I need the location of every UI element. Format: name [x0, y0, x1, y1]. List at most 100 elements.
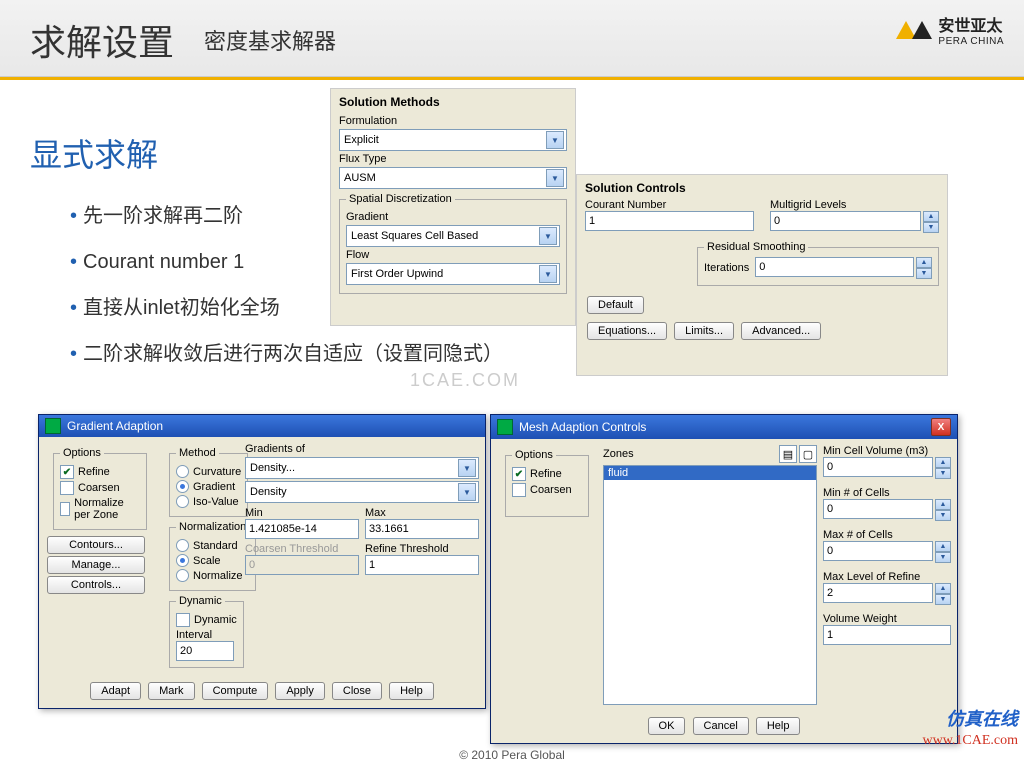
gradients-of-label: Gradients of — [245, 443, 305, 455]
compute-button[interactable]: Compute — [202, 682, 269, 700]
select-all-icon[interactable]: ▤ — [779, 445, 797, 463]
coarsen-checkbox[interactable]: Coarsen — [60, 481, 140, 495]
mark-button[interactable]: Mark — [148, 682, 194, 700]
method-group: Method Curvature Gradient Iso-Value — [169, 447, 248, 517]
refine-checkbox[interactable]: ✔Refine — [512, 467, 582, 481]
apply-button[interactable]: Apply — [275, 682, 325, 700]
dialog-titlebar[interactable]: Mesh Adaption Controls X — [491, 415, 957, 439]
min-input[interactable]: 1.421085e-14 — [245, 519, 359, 539]
close-icon[interactable]: X — [931, 418, 951, 436]
refine-threshold-label: Refine Threshold — [365, 543, 449, 555]
close-button[interactable]: Close — [332, 682, 382, 700]
chevron-down-icon: ▼ — [539, 227, 557, 245]
page-subtitle: 密度基求解器 — [204, 24, 336, 56]
help-button[interactable]: Help — [389, 682, 434, 700]
manage-button[interactable]: Manage... — [47, 556, 145, 574]
refine-threshold-input[interactable]: 1 — [365, 555, 479, 575]
arrow-down-icon[interactable]: ▼ — [935, 594, 951, 605]
standard-radio[interactable]: Standard — [176, 539, 249, 552]
app-icon — [497, 419, 513, 435]
max-input[interactable]: 33.1661 — [365, 519, 479, 539]
coarsen-threshold-input: 0 — [245, 555, 359, 575]
interval-input[interactable]: 20 — [176, 641, 234, 661]
min-cell-volume-stepper[interactable]: 0▲▼ — [823, 457, 951, 479]
gradient-radio[interactable]: Gradient — [176, 480, 241, 493]
arrow-down-icon[interactable]: ▼ — [935, 468, 951, 479]
courant-input[interactable]: 1 — [585, 211, 754, 231]
refine-checkbox[interactable]: ✔Refine — [60, 465, 140, 479]
normalize-radio[interactable]: Normalize — [176, 569, 249, 582]
flow-label: Flow — [346, 249, 560, 261]
adapt-button[interactable]: Adapt — [90, 682, 141, 700]
controls-button[interactable]: Controls... — [47, 576, 145, 594]
help-button[interactable]: Help — [756, 717, 801, 735]
arrow-up-icon[interactable]: ▲ — [923, 211, 939, 222]
deselect-all-icon[interactable]: ▢ — [799, 445, 817, 463]
iterations-stepper[interactable]: 0▲▼ — [755, 257, 932, 279]
gradient-select[interactable]: Least Squares Cell Based▼ — [346, 225, 560, 247]
chevron-down-icon: ▼ — [458, 483, 476, 501]
contours-button[interactable]: Contours... — [47, 536, 145, 554]
scale-radio[interactable]: Scale — [176, 554, 249, 567]
dialog-title: Gradient Adaption — [67, 419, 163, 433]
dynamic-checkbox[interactable]: Dynamic — [176, 613, 237, 627]
zone-item[interactable]: fluid — [604, 466, 816, 480]
arrow-down-icon[interactable]: ▼ — [916, 268, 932, 279]
volume-weight-input[interactable]: 1 — [823, 625, 951, 645]
brand-logo: 安世亚太 PERA CHINA — [896, 12, 1004, 47]
max-level-refine-label: Max Level of Refine — [823, 571, 951, 583]
interval-label: Interval — [176, 629, 212, 641]
max-label: Max — [365, 507, 386, 519]
gradients-of-select-2[interactable]: Density▼ — [245, 481, 479, 503]
max-level-refine-stepper[interactable]: 2▲▼ — [823, 583, 951, 605]
options-group: Options ✔Refine Coarsen Normalize per Zo… — [53, 447, 147, 530]
curvature-radio[interactable]: Curvature — [176, 465, 241, 478]
arrow-down-icon[interactable]: ▼ — [923, 222, 939, 233]
arrow-up-icon[interactable]: ▲ — [935, 541, 951, 552]
spatial-legend: Spatial Discretization — [346, 193, 455, 205]
zones-listbox[interactable]: fluid — [603, 465, 817, 705]
formulation-label: Formulation — [339, 115, 567, 127]
chevron-down-icon: ▼ — [539, 265, 557, 283]
arrow-up-icon[interactable]: ▲ — [935, 583, 951, 594]
limits-button[interactable]: Limits... — [674, 322, 734, 340]
max-cells-stepper[interactable]: 0▲▼ — [823, 541, 951, 563]
advanced-button[interactable]: Advanced... — [741, 322, 821, 340]
watermark-right: 仿真在线 www.1CAE.com — [922, 708, 1018, 750]
min-label: Min — [245, 507, 263, 519]
slide-header: 求解设置 密度基求解器 — [0, 0, 1024, 77]
copyright-footer: © 2010 Pera Global — [0, 748, 1024, 762]
flux-type-label: Flux Type — [339, 153, 567, 165]
max-cells-label: Max # of Cells — [823, 529, 951, 541]
chevron-down-icon: ▼ — [458, 459, 476, 477]
iso-value-radio[interactable]: Iso-Value — [176, 495, 241, 508]
coarsen-checkbox[interactable]: Coarsen — [512, 483, 582, 497]
gradients-of-select-1[interactable]: Density...▼ — [245, 457, 479, 479]
chevron-down-icon: ▼ — [546, 131, 564, 149]
zones-label: Zones — [603, 448, 779, 460]
app-icon — [45, 418, 61, 434]
flux-type-select[interactable]: AUSM▼ — [339, 167, 567, 189]
dialog-title: Mesh Adaption Controls — [519, 420, 646, 434]
formulation-select[interactable]: Explicit▼ — [339, 129, 567, 151]
coarsen-threshold-label: Coarsen Threshold — [245, 543, 338, 555]
dialog-titlebar[interactable]: Gradient Adaption — [39, 415, 485, 437]
min-cells-stepper[interactable]: 0▲▼ — [823, 499, 951, 521]
flow-select[interactable]: First Order Upwind▼ — [346, 263, 560, 285]
spatial-discretization-group: Spatial Discretization Gradient Least Sq… — [339, 193, 567, 294]
default-button[interactable]: Default — [587, 296, 644, 314]
arrow-up-icon[interactable]: ▲ — [916, 257, 932, 268]
ok-button[interactable]: OK — [648, 717, 686, 735]
normalize-per-zone-checkbox[interactable]: Normalize per Zone — [60, 497, 140, 521]
solution-methods-panel: Solution Methods Formulation Explicit▼ F… — [330, 88, 576, 326]
cancel-button[interactable]: Cancel — [693, 717, 749, 735]
equations-button[interactable]: Equations... — [587, 322, 667, 340]
arrow-up-icon[interactable]: ▲ — [935, 457, 951, 468]
arrow-up-icon[interactable]: ▲ — [935, 499, 951, 510]
courant-label: Courant Number — [585, 199, 666, 211]
arrow-down-icon[interactable]: ▼ — [935, 552, 951, 563]
dynamic-group: Dynamic Dynamic Interval 20 — [169, 595, 244, 668]
arrow-down-icon[interactable]: ▼ — [935, 510, 951, 521]
mesh-adaption-controls-dialog: Mesh Adaption ControlsX Options ✔Refine … — [490, 414, 958, 744]
multigrid-stepper[interactable]: 0▲▼ — [770, 211, 939, 233]
